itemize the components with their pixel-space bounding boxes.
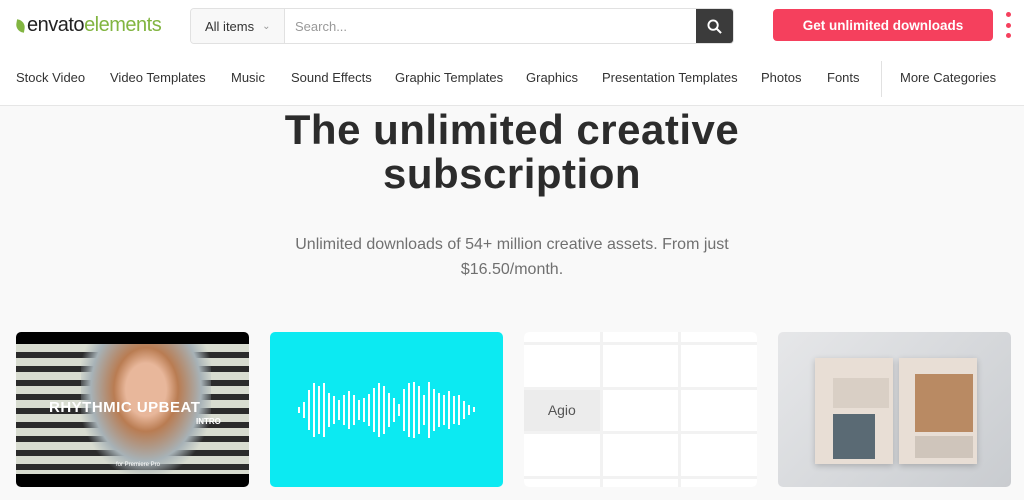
nav-graphics[interactable]: Graphics — [526, 70, 578, 85]
envato-elements-logo[interactable]: envato elements — [15, 14, 162, 37]
nav-stock-video[interactable]: Stock Video — [16, 70, 85, 85]
wave-bar — [353, 394, 355, 425]
wave-bar — [323, 382, 325, 437]
wave-bar — [428, 381, 430, 438]
wave-bar — [438, 392, 440, 427]
wave-bar — [468, 404, 470, 415]
chevron-down-icon: ⌄ — [262, 20, 271, 32]
hero-title: The unlimited creative subscription — [284, 106, 740, 197]
wave-bar — [433, 388, 435, 431]
wave-bar — [378, 382, 380, 437]
wave-bar — [423, 394, 425, 425]
wave-bar — [418, 385, 420, 434]
nav-fonts[interactable]: Fonts — [827, 70, 860, 85]
nav-divider — [881, 61, 882, 97]
wave-bar — [458, 394, 460, 425]
wave-bar — [308, 389, 310, 430]
wave-bar — [443, 394, 445, 425]
top-header: envatoelements All items ⌄ Get unlimited… — [0, 0, 1024, 106]
wave-bar — [473, 407, 475, 412]
category-nav: Stock Video Video Templates Music Sound … — [0, 61, 1024, 97]
wave-bar — [453, 395, 455, 424]
wave-bar — [358, 399, 360, 420]
wave-bar — [313, 382, 315, 437]
more-menu-icon[interactable] — [1005, 12, 1011, 38]
wave-bar — [343, 394, 345, 425]
category-dropdown[interactable]: All items ⌄ — [191, 9, 285, 43]
nav-graphic-templates[interactable]: Graphic Templates — [395, 70, 503, 85]
card-presentation-template[interactable]: Agio — [524, 332, 757, 487]
wave-bar — [408, 382, 410, 437]
card-video-template[interactable]: RHYTHMIC UPBEAT INTRO for Premiere Pro — [16, 332, 249, 487]
wave-bar — [373, 387, 375, 432]
nav-video-templates[interactable]: Video Templates — [110, 70, 206, 85]
wave-bar — [413, 381, 415, 438]
nav-photos[interactable]: Photos — [761, 70, 801, 85]
search-icon — [707, 18, 722, 34]
search-button[interactable] — [696, 9, 733, 43]
wave-bar — [363, 397, 365, 422]
search-input[interactable] — [285, 9, 696, 43]
wave-bar — [348, 390, 350, 429]
wave-bar — [318, 385, 320, 434]
wave-bar — [298, 406, 300, 413]
hero-subtitle: Unlimited downloads of 54+ million creat… — [295, 236, 729, 278]
nav-music[interactable]: Music — [231, 70, 265, 85]
get-unlimited-downloads-button[interactable]: Get unlimited downloads — [773, 9, 993, 41]
wave-bar — [388, 392, 390, 427]
wave-bar — [393, 397, 395, 422]
card-music[interactable] — [270, 332, 503, 487]
waveform-icon — [290, 372, 483, 447]
wave-bar — [383, 385, 385, 434]
wave-bar — [463, 400, 465, 419]
wave-bar — [333, 395, 335, 424]
wave-bar — [368, 393, 370, 426]
nav-presentation-templates[interactable]: Presentation Templates — [602, 70, 738, 85]
nav-more-categories[interactable]: More Categories — [900, 70, 996, 85]
leaf-icon — [15, 18, 26, 33]
wave-bar — [303, 401, 305, 418]
wave-bar — [403, 388, 405, 431]
wave-bar — [448, 390, 450, 429]
wave-bar — [398, 403, 400, 416]
wave-bar — [338, 399, 340, 420]
card-magazine-mockup[interactable] — [778, 332, 1011, 487]
nav-sound-effects[interactable]: Sound Effects — [291, 70, 372, 85]
search-bar: All items ⌄ — [190, 8, 734, 44]
wave-bar — [328, 392, 330, 427]
